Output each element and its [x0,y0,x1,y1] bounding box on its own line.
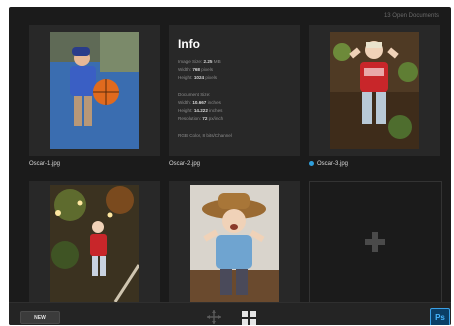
photo-oscar-3 [330,32,419,149]
new-document-button[interactable]: NEW [20,311,60,324]
plus-icon [365,232,385,252]
bottom-toolbar: NEW Ps [9,302,451,325]
photo-oscar-5 [190,185,279,302]
info-doc-width: Width: 10.667 inches [178,100,221,105]
info-width: Width: 768 pixels [178,67,214,72]
new-document-tile[interactable] [309,181,442,304]
photo-oscar-4 [50,185,139,302]
info-color-mode: RGB Color, 8 bits/Channel [178,133,232,138]
photoshop-touch-window: 13 Open Documents Oscar-1.jpg Info Image… [9,7,451,325]
info-title: Info [178,37,200,51]
unsaved-status-dot [309,161,314,166]
document-thumbnail-oscar-1[interactable] [29,25,160,156]
move-icon[interactable] [206,309,222,325]
photoshop-app-icon[interactable]: Ps [430,308,450,325]
document-thumbnail-oscar-3[interactable] [309,25,440,156]
photo-oscar-1 [50,32,139,149]
grid-view-icon[interactable] [242,311,257,325]
info-doc-height: Height: 14.222 inches [178,108,223,113]
info-panel: Info Image Size: 2.25 MB Width: 768 pixe… [169,25,300,156]
thumbnail-caption-oscar-3-label: Oscar-3.jpg [317,161,349,168]
open-documents-count: 13 Open Documents [383,13,439,19]
document-thumbnail-oscar-5[interactable] [169,181,300,302]
thumbnail-caption-oscar-3: Oscar-3.jpg [309,161,348,167]
info-resolution: Resolution: 72 px/inch [178,116,224,121]
info-image-size: Image Size: 2.25 MB [178,59,221,64]
document-thumbnail-oscar-4[interactable] [29,181,160,302]
thumbnail-caption-oscar-2: Oscar-2.jpg [169,161,201,167]
info-document-size-heading: Document Size: [178,92,211,97]
info-height: Height: 1024 pixels [178,75,218,80]
thumbnail-caption-oscar-1: Oscar-1.jpg [29,161,61,167]
